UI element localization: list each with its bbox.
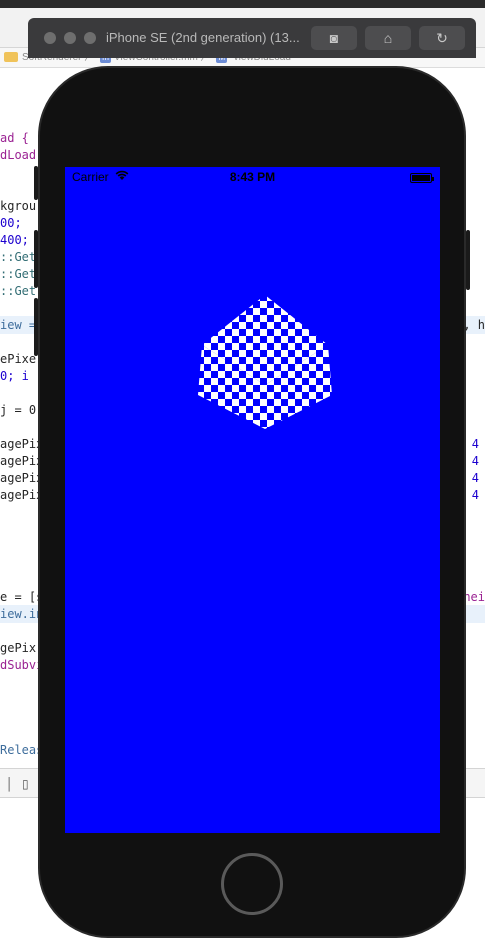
home-icon: ⌂ bbox=[383, 30, 393, 46]
code-line[interactable]: 400; bbox=[0, 232, 29, 248]
code-line[interactable]: 00; bbox=[0, 215, 22, 231]
zoom-window-icon[interactable] bbox=[84, 32, 96, 44]
camera-icon: ◙ bbox=[329, 30, 339, 46]
code-line[interactable]: agePix bbox=[0, 436, 43, 452]
code-line[interactable]: agePix bbox=[0, 487, 43, 503]
code-line[interactable]: 4 bbox=[472, 470, 479, 486]
code-line[interactable]: , h bbox=[463, 317, 485, 333]
minimize-window-icon[interactable] bbox=[64, 32, 76, 44]
code-line[interactable]: agePix bbox=[0, 470, 43, 486]
code-line[interactable]: ePixe bbox=[0, 351, 36, 367]
device-screen[interactable]: Carrier 8:43 PM bbox=[65, 167, 440, 833]
code-line[interactable]: kgrou bbox=[0, 198, 36, 214]
screenshot-button[interactable]: ◙ bbox=[311, 26, 357, 50]
code-line[interactable]: ::Get bbox=[0, 249, 36, 265]
status-bar: Carrier 8:43 PM bbox=[65, 167, 440, 187]
code-line[interactable]: dSubvi bbox=[0, 657, 43, 673]
simulator-title: iPhone SE (2nd generation) (13... bbox=[106, 30, 300, 45]
volume-up-button bbox=[34, 230, 38, 288]
panel-toggle-icon[interactable]: ▯ bbox=[22, 777, 29, 791]
rotate-icon: ↻ bbox=[436, 30, 448, 46]
rotate-button[interactable]: ↻ bbox=[419, 26, 465, 50]
simulator-title-bar[interactable]: iPhone SE (2nd generation) (13... ◙ ⌂ ↻ bbox=[28, 18, 476, 58]
code-line[interactable]: ad { bbox=[0, 130, 29, 146]
code-line[interactable]: 4 bbox=[472, 453, 479, 469]
power-button bbox=[466, 230, 470, 290]
code-line[interactable]: j = 0 bbox=[0, 402, 36, 418]
mute-switch bbox=[34, 166, 38, 200]
rendered-checker-cube bbox=[198, 295, 332, 429]
menu-strip bbox=[0, 0, 485, 8]
close-window-icon[interactable] bbox=[44, 32, 56, 44]
code-line[interactable]: Releas bbox=[0, 742, 43, 758]
volume-down-button bbox=[34, 298, 38, 356]
code-line[interactable]: 0; i bbox=[0, 368, 29, 384]
folder-icon bbox=[4, 52, 18, 63]
code-line[interactable]: e = [s bbox=[0, 589, 43, 605]
divider-icon: │ bbox=[6, 777, 14, 791]
status-time: 8:43 PM bbox=[229, 170, 276, 184]
code-line[interactable]: ::Get bbox=[0, 283, 36, 299]
code-line[interactable]: 4 bbox=[472, 487, 479, 503]
code-line[interactable]: iew = bbox=[0, 317, 36, 333]
home-button-physical[interactable] bbox=[221, 853, 283, 915]
code-line[interactable]: 4 bbox=[472, 436, 479, 452]
code-line[interactable]: nei bbox=[463, 589, 485, 605]
code-line[interactable]: ::Get bbox=[0, 266, 36, 282]
code-line[interactable]: gePix bbox=[0, 640, 36, 656]
code-line[interactable]: agePix bbox=[0, 453, 43, 469]
home-button[interactable]: ⌂ bbox=[365, 26, 411, 50]
code-line[interactable]: dLoad] bbox=[0, 147, 43, 163]
code-line[interactable]: iew.in bbox=[0, 606, 43, 622]
battery-icon bbox=[410, 173, 434, 183]
